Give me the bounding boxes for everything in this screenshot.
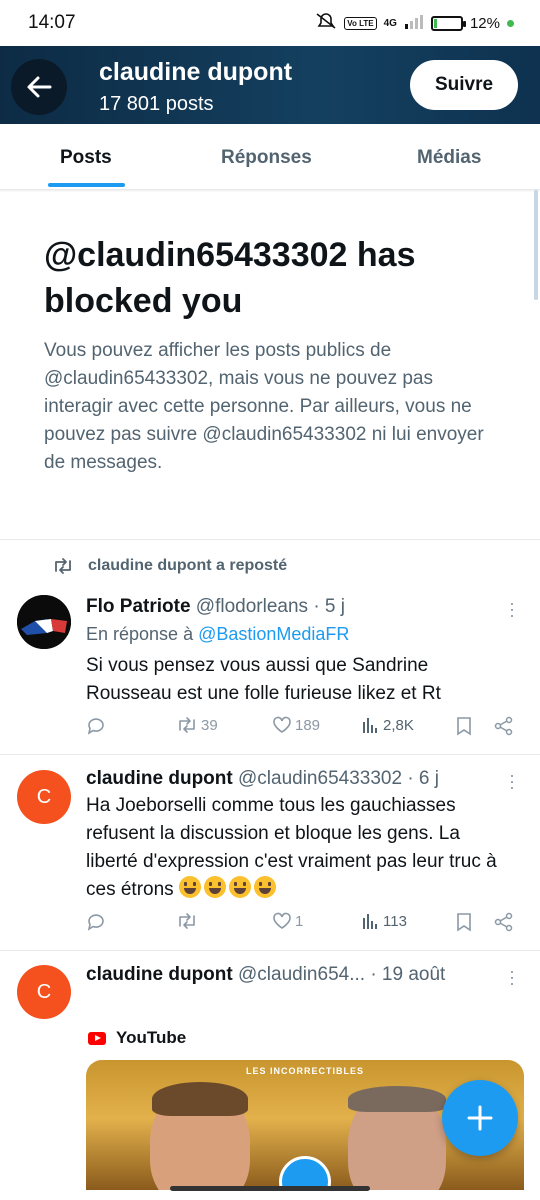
reply-icon xyxy=(87,914,104,931)
profile-header: claudine dupont 17 801 posts Suivre xyxy=(0,46,540,124)
share-icon xyxy=(494,912,513,932)
privacy-dot xyxy=(507,19,514,27)
repost-icon xyxy=(179,913,195,929)
status-time: 14:07 xyxy=(28,12,76,33)
bookmark-button[interactable] xyxy=(456,716,472,736)
reply-to-link[interactable]: @BastionMediaFR xyxy=(198,624,349,644)
reply-prefix: En réponse à xyxy=(86,624,194,644)
blocked-title: @claudin65433302 has blocked you xyxy=(44,236,416,320)
volte-icon: Vo LTE xyxy=(344,16,377,30)
tab-posts[interactable]: Posts xyxy=(60,147,112,169)
card-source-label: YouTube xyxy=(116,1028,187,1047)
tweet-author-handle[interactable]: @claudin654... xyxy=(238,964,365,985)
posts-count: 17 801 posts xyxy=(99,93,214,115)
avatar[interactable] xyxy=(17,595,71,649)
repost-icon xyxy=(55,558,71,574)
grinning-face-icon xyxy=(203,876,226,898)
tweet-header: Flo Patriote @flodorleans · 5 j xyxy=(86,596,345,618)
avatar[interactable]: C xyxy=(17,965,71,1019)
bookmark-button[interactable] xyxy=(456,912,472,932)
views-button[interactable]: 2,8K xyxy=(362,716,414,734)
youtube-icon xyxy=(88,1031,106,1045)
share-button[interactable] xyxy=(494,912,514,932)
status-bar: 14:07 Vo LTE 4G 12% xyxy=(0,0,540,46)
status-icons: Vo LTE 4G 12% xyxy=(315,12,514,34)
tweet-header: claudine dupont @claudin654... · 19 août xyxy=(86,964,445,986)
battery-percent: 12% xyxy=(469,14,500,32)
views-count: 113 xyxy=(383,912,407,930)
mute-icon xyxy=(315,12,337,34)
more-icon[interactable]: · · · xyxy=(509,594,515,624)
avatar[interactable]: C xyxy=(17,770,71,824)
tweet-author-handle[interactable]: @flodorleans xyxy=(196,596,308,617)
tweet-time: · 5 j xyxy=(313,596,346,617)
divider xyxy=(0,754,540,755)
play-button[interactable] xyxy=(279,1156,331,1190)
tweet-header: claudine dupont @claudin65433302 · 6 j xyxy=(86,768,439,790)
profile-tabs: Posts Réponses Médias xyxy=(0,124,540,190)
back-arrow-icon xyxy=(27,76,52,98)
views-count: 2,8K xyxy=(383,716,414,734)
more-icon[interactable]: · · · xyxy=(509,962,515,992)
person-left-hair xyxy=(152,1082,248,1116)
divider xyxy=(0,950,540,951)
tweet-actions: 1 113 xyxy=(86,912,516,942)
tweet-author-name[interactable]: claudine dupont xyxy=(86,768,233,789)
bookmark-icon xyxy=(457,913,471,932)
views-icon xyxy=(363,718,377,733)
grinning-face-icon xyxy=(228,876,251,898)
bookmark-icon xyxy=(457,717,471,736)
home-indicator[interactable] xyxy=(170,1186,370,1191)
tweet-author-handle[interactable]: @claudin65433302 xyxy=(238,768,402,789)
like-icon xyxy=(273,716,291,733)
follow-button[interactable]: Suivre xyxy=(410,60,518,110)
like-count: 189 xyxy=(295,716,321,734)
views-icon xyxy=(363,914,377,929)
repost-text: claudine dupont a reposté xyxy=(88,557,288,574)
reply-icon xyxy=(87,718,104,735)
link-card-source: YouTube xyxy=(88,1028,186,1048)
signal-icon xyxy=(404,14,424,33)
tab-replies[interactable]: Réponses xyxy=(221,147,312,169)
tab-media[interactable]: Médias xyxy=(417,147,481,169)
compose-button[interactable] xyxy=(442,1080,518,1156)
blocked-description: Vous pouvez afficher les posts publics d… xyxy=(44,340,484,473)
tweet-text: Si vous pensez vous aussi que Sandrine R… xyxy=(86,655,441,704)
person-right-hair xyxy=(348,1086,446,1112)
tweet-actions: 39 189 2,8K xyxy=(86,716,516,746)
tweet-author-name[interactable]: claudine dupont xyxy=(86,964,233,985)
repost-button[interactable] xyxy=(176,912,201,930)
scrollbar[interactable] xyxy=(534,190,538,300)
share-button[interactable] xyxy=(494,716,514,736)
tweet-text: Ha Joeborselli comme tous les gauchiasse… xyxy=(86,795,497,900)
like-icon xyxy=(273,912,291,929)
tweet-time: · 6 j xyxy=(407,768,440,789)
battery-icon xyxy=(430,15,466,31)
profile-name: claudine dupont xyxy=(99,58,293,86)
repost-button[interactable]: 39 xyxy=(176,716,218,734)
repost-icon xyxy=(179,717,195,733)
card-title: LES INCORRECTIBLES xyxy=(245,1066,364,1076)
active-tab-indicator xyxy=(48,183,125,187)
tweet-body: Ha Joeborselli comme tous les gauchiasse… xyxy=(86,792,506,904)
share-icon xyxy=(494,716,513,736)
reply-context: En réponse à @BastionMediaFR xyxy=(86,624,349,645)
like-count: 1 xyxy=(295,912,304,930)
reply-button[interactable] xyxy=(86,912,106,932)
like-button[interactable]: 189 xyxy=(272,716,320,734)
back-button[interactable] xyxy=(11,59,67,115)
like-button[interactable]: 1 xyxy=(272,912,303,930)
repost-indicator: claudine dupont a reposté xyxy=(52,557,287,575)
grinning-face-icon xyxy=(178,876,201,898)
tweet-time: · 19 août xyxy=(370,964,446,985)
repost-count: 39 xyxy=(201,716,218,734)
network-type: 4G xyxy=(383,17,397,29)
grinning-face-icon xyxy=(253,876,276,898)
reply-button[interactable] xyxy=(86,716,106,736)
tweet-author-name[interactable]: Flo Patriote xyxy=(86,596,191,617)
plus-icon xyxy=(467,1105,493,1131)
more-icon[interactable]: · · · xyxy=(509,766,515,796)
views-button[interactable]: 113 xyxy=(362,912,407,930)
divider xyxy=(0,539,540,540)
